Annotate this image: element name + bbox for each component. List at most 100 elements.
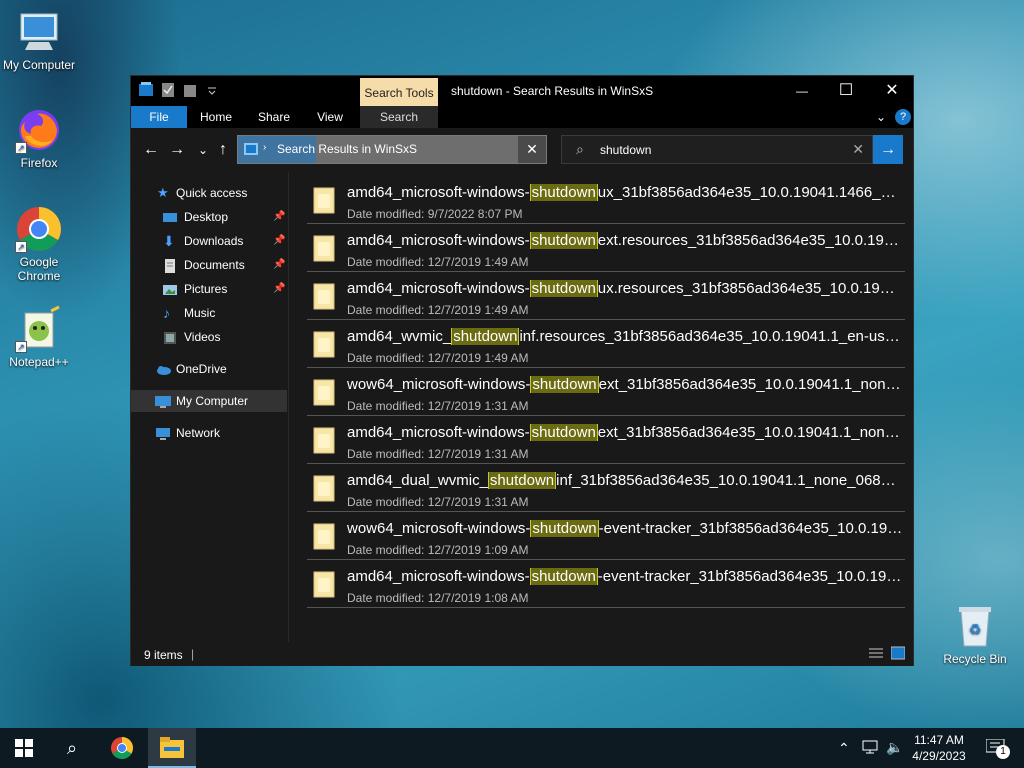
quick-access-toolbar <box>139 82 219 98</box>
sidebar-item-label: OneDrive <box>176 362 227 376</box>
result-row[interactable]: amd64_microsoft-windows-shutdown ux_31bf3… <box>307 176 905 224</box>
result-name[interactable]: amd64_microsoft-windows-shutdown -event-t… <box>347 568 903 585</box>
search-match-highlight: shutdown <box>487 472 557 489</box>
taskbar-chrome-button[interactable] <box>98 728 146 768</box>
new-folder-icon[interactable] <box>183 82 197 98</box>
system-clock[interactable]: 11:47 AM 4/29/2023 <box>904 732 974 764</box>
recent-locations-button[interactable]: ⌄ <box>193 140 213 160</box>
show-hidden-icons-button[interactable]: ⌃ <box>838 740 850 757</box>
properties-icon[interactable] <box>161 82 175 98</box>
minimize-button[interactable]: — <box>779 76 825 106</box>
tab-search[interactable]: Search <box>360 106 438 128</box>
sidebar-item-quick-access[interactable]: ★ Quick access <box>131 182 287 204</box>
desktop-icon-firefox[interactable]: ↗ Firefox <box>0 106 78 170</box>
name-prefix: amd64_microsoft-windows- <box>347 568 530 585</box>
result-row[interactable]: amd64_microsoft-windows-shutdown ext.reso… <box>307 224 905 272</box>
result-name[interactable]: amd64_microsoft-windows-shutdown ux_31bf3… <box>347 184 903 201</box>
desktop-icon-my-computer[interactable]: My Computer <box>0 8 78 72</box>
folder-icon <box>313 378 335 406</box>
network-status-icon[interactable] <box>862 739 880 758</box>
search-clear-button[interactable]: ✕ <box>852 141 864 158</box>
sidebar-item-videos[interactable]: Videos <box>131 326 287 348</box>
result-date-modified: Date modified: 12/7/2019 1:49 AM <box>347 351 528 365</box>
search-tools-context-tab[interactable]: Search Tools <box>360 78 438 106</box>
desktop-icon-notepadpp[interactable]: ↗ Notepad++ <box>0 305 78 369</box>
result-row[interactable]: amd64_microsoft-windows-shutdown -event-t… <box>307 560 905 608</box>
start-button[interactable] <box>0 728 48 768</box>
result-row[interactable]: amd64_microsoft-windows-shutdown ext_31bf… <box>307 416 905 464</box>
result-row[interactable]: wow64_microsoft-windows-shutdown -event-t… <box>307 512 905 560</box>
result-row[interactable]: wow64_microsoft-windows-shutdown ext_31bf… <box>307 368 905 416</box>
sidebar-item-network[interactable]: Network <box>131 422 287 444</box>
pin-icon[interactable]: 📌 <box>273 206 285 228</box>
details-view-icon[interactable] <box>869 647 883 662</box>
name-suffix: ext_31bf3856ad364e35_10.0.19041.1_none_3… <box>598 376 903 393</box>
back-button[interactable]: ← <box>141 140 161 160</box>
folder-icon <box>313 282 335 310</box>
pin-icon[interactable]: 📌 <box>273 254 285 276</box>
sidebar-item-downloads[interactable]: ⬇ Downloads 📌 <box>131 230 287 252</box>
notifications-button[interactable]: 1 <box>976 728 1024 768</box>
result-name[interactable]: wow64_microsoft-windows-shutdown ext_31bf… <box>347 376 903 393</box>
close-button[interactable]: ✕ <box>869 76 915 106</box>
result-name[interactable]: amd64_microsoft-windows-shutdown ext.reso… <box>347 232 903 249</box>
sidebar-item-onedrive[interactable]: OneDrive <box>131 358 287 380</box>
result-name[interactable]: amd64_wvmic_ shutdown inf.resources_31bf38… <box>347 328 903 345</box>
status-bar: 9 items | <box>131 642 913 666</box>
customize-qat-icon[interactable] <box>205 82 219 98</box>
result-row[interactable]: amd64_wvmic_ shutdown inf.resources_31bf38… <box>307 320 905 368</box>
date-modified-value: 12/7/2019 1:31 AM <box>427 399 529 413</box>
breadcrumb[interactable]: Search Results in WinSxS <box>277 142 417 156</box>
result-name[interactable]: wow64_microsoft-windows-shutdown -event-t… <box>347 520 903 537</box>
result-date-modified: Date modified: 12/7/2019 1:31 AM <box>347 447 528 461</box>
taskbar-search-button[interactable]: ⌕ <box>48 728 96 768</box>
result-name[interactable]: amd64_dual_wvmic_ shutdown inf_31bf3856ad3… <box>347 472 903 489</box>
breadcrumb-chevron-icon[interactable]: › <box>263 142 266 153</box>
result-name[interactable]: amd64_microsoft-windows-shutdown ux.resou… <box>347 280 903 297</box>
taskbar-explorer-button[interactable] <box>148 728 196 768</box>
folder-icon <box>139 82 153 98</box>
result-name[interactable]: amd64_microsoft-windows-shutdown ext_31bf… <box>347 424 903 441</box>
name-prefix: amd64_microsoft-windows- <box>347 424 530 441</box>
help-icon[interactable]: ? <box>895 109 911 125</box>
name-suffix: ux.resources_31bf3856ad364e35_10.0.19041… <box>597 280 903 297</box>
sidebar-item-music[interactable]: ♪ Music <box>131 302 287 324</box>
date-modified-value: 12/7/2019 1:31 AM <box>427 495 529 509</box>
search-go-button[interactable]: → <box>873 135 903 164</box>
pin-icon[interactable]: 📌 <box>273 230 285 252</box>
ribbon-tabs: File Home Share View Search ⌄ ? <box>131 106 913 128</box>
large-icons-view-icon[interactable] <box>890 646 906 663</box>
desktop-icon <box>163 210 177 224</box>
sidebar-item-my-computer[interactable]: My Computer <box>131 390 287 412</box>
windows-logo-icon <box>15 739 33 757</box>
result-date-modified: Date modified: 12/7/2019 1:49 AM <box>347 303 528 317</box>
desktop-icon-recycle-bin[interactable]: ♻ Recycle Bin <box>936 602 1014 666</box>
sidebar-item-label: My Computer <box>176 394 249 408</box>
maximize-button[interactable]: ☐ <box>823 76 869 106</box>
search-input[interactable] <box>600 141 840 159</box>
name-prefix: wow64_microsoft-windows- <box>347 520 531 537</box>
tab-file[interactable]: File <box>131 106 187 128</box>
sidebar-item-pictures[interactable]: Pictures 📌 <box>131 278 287 300</box>
result-row[interactable]: amd64_dual_wvmic_ shutdown inf_31bf3856ad3… <box>307 464 905 512</box>
search-match-highlight: shutdown <box>530 376 599 393</box>
up-button[interactable]: ↑ <box>213 140 233 160</box>
address-clear-button[interactable]: ✕ <box>518 136 546 163</box>
search-box[interactable]: ⌕ ✕ <box>561 135 873 164</box>
desktop-icon-chrome[interactable]: ↗ Google Chrome <box>0 205 78 283</box>
volume-icon[interactable]: 🔈 <box>886 739 903 756</box>
search-icon: ⌕ <box>576 141 584 157</box>
title-bar[interactable]: Search Tools shutdown - Search Results i… <box>131 76 913 106</box>
result-row[interactable]: amd64_microsoft-windows-shutdown ux.resou… <box>307 272 905 320</box>
tab-home[interactable]: Home <box>193 106 239 128</box>
sidebar-item-label: Documents <box>184 258 245 272</box>
forward-button[interactable]: → <box>167 140 187 160</box>
sidebar-item-desktop[interactable]: Desktop 📌 <box>131 206 287 228</box>
folder-icon <box>313 330 335 358</box>
sidebar-item-documents[interactable]: Documents 📌 <box>131 254 287 276</box>
address-bar[interactable]: › Search Results in WinSxS ✕ <box>237 135 547 164</box>
tab-view[interactable]: View <box>307 106 353 128</box>
tab-share[interactable]: Share <box>251 106 297 128</box>
pin-icon[interactable]: 📌 <box>273 278 285 300</box>
expand-ribbon-icon[interactable]: ⌄ <box>871 106 891 128</box>
